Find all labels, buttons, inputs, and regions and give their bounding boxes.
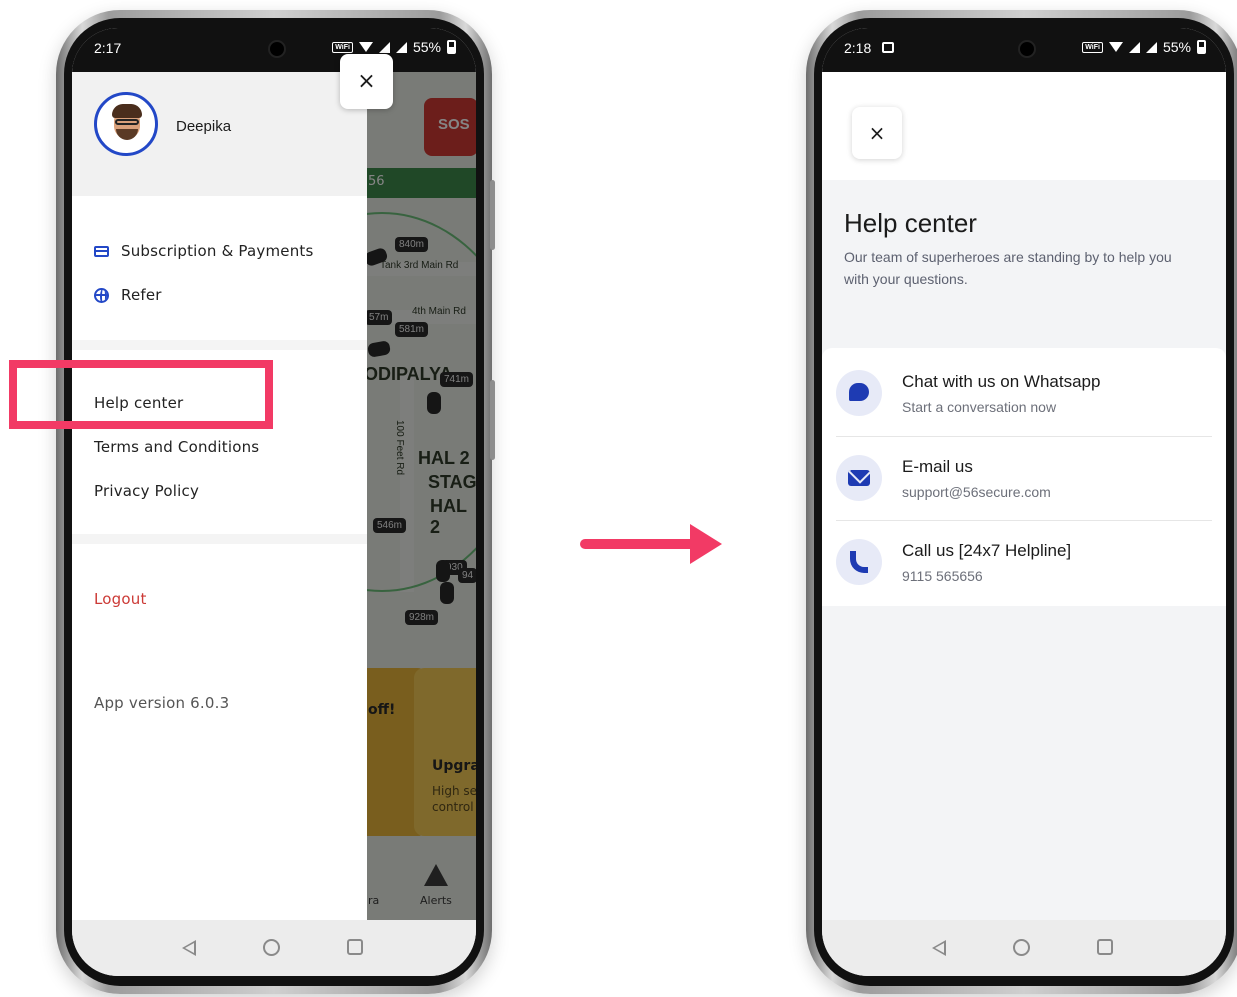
avatar-hair bbox=[112, 104, 142, 118]
arrow-shaft bbox=[580, 539, 696, 549]
back-icon[interactable] bbox=[182, 940, 196, 956]
close-button[interactable]: × bbox=[852, 107, 902, 159]
menu-item-subscription[interactable]: Subscription & Payments bbox=[94, 242, 314, 260]
left-screen: 2:17 WiFi 55% 56 SOS 840m Tank 3rd Main … bbox=[72, 28, 476, 976]
gallery-notification-icon bbox=[882, 42, 894, 53]
logout-button[interactable]: Logout bbox=[94, 590, 147, 608]
avatar-glasses bbox=[115, 119, 139, 125]
home-icon[interactable] bbox=[263, 939, 280, 956]
avatar-beard bbox=[116, 129, 138, 140]
system-nav-bar bbox=[72, 920, 476, 976]
help-center-page: Help center Our team of superheroes are … bbox=[822, 180, 1226, 920]
help-header: × bbox=[822, 72, 1226, 180]
menu-item-privacy[interactable]: Privacy Policy bbox=[94, 482, 199, 500]
status-bar: 2:18 WiFi 55% bbox=[822, 28, 1226, 72]
recents-icon[interactable] bbox=[347, 939, 363, 955]
recents-icon[interactable] bbox=[1097, 939, 1113, 955]
status-time: 2:18 bbox=[844, 40, 872, 56]
front-camera bbox=[1018, 40, 1036, 58]
option-title: Call us [24x7 Helpline] bbox=[902, 541, 1072, 560]
contact-option-whatsapp[interactable]: Chat with us on Whatsapp Start a convers… bbox=[836, 352, 1212, 436]
navigation-drawer: Deepika Subscription & Payments Refer He… bbox=[72, 72, 367, 920]
battery-percent: 55% bbox=[412, 39, 441, 55]
status-bar: 2:17 WiFi 55% bbox=[72, 28, 476, 72]
option-title: Chat with us on Whatsapp bbox=[902, 372, 1101, 391]
left-phone: 2:17 WiFi 55% 56 SOS 840m Tank 3rd Main … bbox=[56, 10, 495, 994]
power-button bbox=[490, 380, 495, 460]
right-phone: 2:18 WiFi 55% × Help center Our team of … bbox=[806, 10, 1237, 994]
wifi-calling-icon: WiFi bbox=[332, 41, 353, 53]
app-version-label: App version 6.0.3 bbox=[94, 694, 230, 712]
mail-icon bbox=[836, 455, 882, 501]
contact-options: Chat with us on Whatsapp Start a convers… bbox=[822, 348, 1226, 606]
phone-icon bbox=[836, 539, 882, 585]
system-nav-bar bbox=[822, 920, 1226, 976]
front-camera bbox=[268, 40, 286, 58]
menu-item-refer[interactable]: Refer bbox=[94, 286, 162, 304]
drawer-divider bbox=[72, 534, 367, 544]
battery-icon bbox=[1197, 40, 1206, 54]
drawer-divider bbox=[72, 340, 367, 350]
volume-button bbox=[490, 180, 495, 250]
right-screen: 2:18 WiFi 55% × Help center Our team of … bbox=[822, 28, 1226, 976]
globe-icon bbox=[94, 287, 109, 303]
back-icon[interactable] bbox=[932, 940, 946, 956]
menu-item-label: Refer bbox=[121, 286, 162, 304]
page-subtitle: Our team of superheroes are standing by … bbox=[844, 249, 1172, 287]
status-icons: WiFi 55% bbox=[332, 39, 456, 55]
signal-icon-2 bbox=[1145, 41, 1157, 53]
menu-item-label: Terms and Conditions bbox=[94, 438, 260, 456]
avatar[interactable] bbox=[94, 92, 158, 156]
option-subtitle: 9115 565656 bbox=[902, 568, 983, 584]
logout-label: Logout bbox=[94, 590, 147, 608]
chat-icon bbox=[836, 370, 882, 416]
menu-item-label: Privacy Policy bbox=[94, 482, 200, 500]
signal-icon-2 bbox=[395, 41, 407, 53]
menu-item-label: Subscription & Payments bbox=[121, 242, 314, 260]
close-drawer-button[interactable]: × bbox=[340, 54, 393, 109]
option-title: E-mail us bbox=[902, 457, 973, 476]
wifi-icon bbox=[358, 42, 373, 52]
app-version: App version 6.0.3 bbox=[94, 694, 229, 712]
signal-icon bbox=[378, 41, 390, 53]
arrow-right-icon bbox=[690, 524, 722, 564]
contact-option-call[interactable]: Call us [24x7 Helpline] 9115 565656 bbox=[836, 520, 1212, 604]
wifi-calling-icon: WiFi bbox=[1082, 41, 1103, 53]
status-icons: WiFi 55% bbox=[1082, 39, 1206, 55]
card-icon bbox=[94, 245, 109, 257]
help-center-highlight bbox=[9, 360, 273, 429]
signal-icon bbox=[1128, 41, 1140, 53]
battery-icon bbox=[447, 40, 456, 54]
menu-item-terms[interactable]: Terms and Conditions bbox=[94, 438, 259, 456]
contact-option-email[interactable]: E-mail us support@56secure.com bbox=[836, 436, 1212, 520]
option-subtitle: Start a conversation now bbox=[902, 399, 1057, 415]
drawer-header: Deepika bbox=[72, 72, 367, 196]
home-icon[interactable] bbox=[1013, 939, 1030, 956]
status-time: 2:17 bbox=[94, 40, 122, 56]
wifi-icon bbox=[1108, 42, 1123, 52]
battery-percent: 55% bbox=[1162, 39, 1191, 55]
option-subtitle: support@56secure.com bbox=[902, 484, 1051, 500]
page-title: Help center bbox=[844, 208, 977, 238]
user-name: Deepika bbox=[176, 118, 232, 135]
